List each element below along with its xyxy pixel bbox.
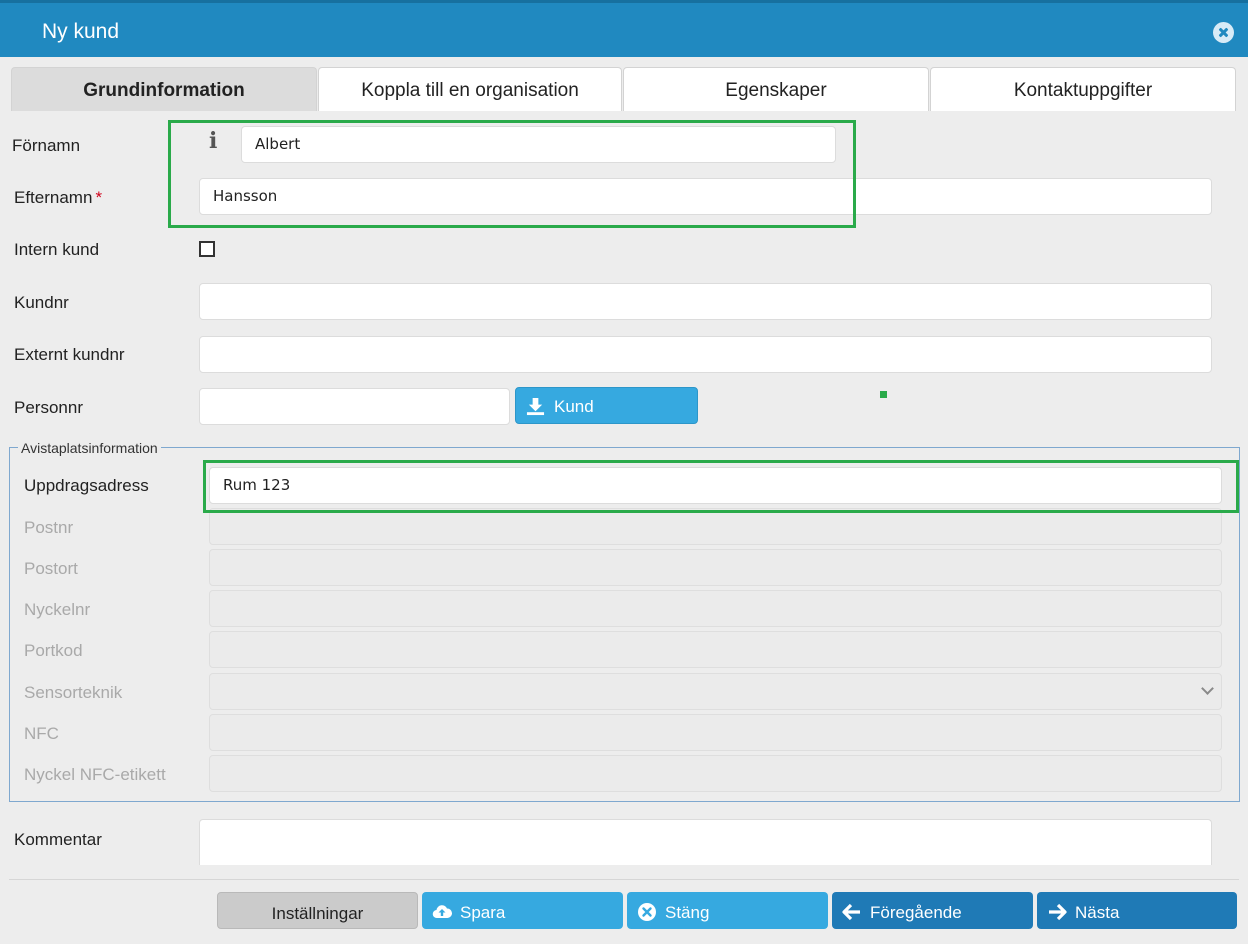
spara-button[interactable]: Spara [422, 892, 623, 929]
footer-divider [9, 879, 1239, 880]
tab-kontaktuppgifter[interactable]: Kontaktuppgifter [930, 67, 1236, 111]
cloud-upload-icon [432, 905, 452, 919]
nyckel-nfc-input [209, 755, 1222, 792]
portkod-label: Portkod [24, 641, 83, 660]
tab-koppla-till-organisation[interactable]: Koppla till en organisation [318, 67, 622, 111]
efternamn-label: Efternamn * [14, 188, 103, 207]
fetch-kund-button[interactable]: Kund [515, 387, 698, 424]
tab-egenskaper[interactable]: Egenskaper [623, 67, 929, 111]
annotation-dot [880, 391, 887, 398]
postnr-label: Postnr [24, 518, 74, 537]
nyckelnr-label: Nyckelnr [24, 600, 91, 619]
dialog-title: Ny kund [42, 20, 120, 43]
close-icon[interactable] [1213, 22, 1234, 43]
uppdragsadress-label: Uppdragsadress [24, 476, 149, 495]
intern-kund-label: Intern kund [14, 240, 100, 259]
chevron-down-icon [1201, 682, 1214, 695]
installningar-button[interactable]: Inställningar [217, 892, 418, 929]
sensorteknik-label: Sensorteknik [24, 683, 123, 702]
kommentar-label: Kommentar [14, 830, 102, 849]
sensorteknik-select [209, 673, 1222, 710]
spara-button-label: Spara [460, 903, 506, 922]
fornamn-label: Förnamn [12, 136, 81, 155]
personnr-input[interactable] [199, 388, 510, 425]
kommentar-textarea[interactable] [199, 819, 1212, 865]
intern-kund-checkbox[interactable] [199, 241, 215, 257]
kundnr-label: Kundnr [14, 293, 69, 312]
fetch-kund-button-label: Kund [554, 397, 594, 416]
personnr-label: Personnr [14, 398, 83, 417]
nfc-label: NFC [24, 724, 59, 743]
avistaplats-legend: Avistaplatsinformation [18, 440, 161, 456]
tab-grundinformation[interactable]: Grundinformation [11, 67, 317, 111]
arrow-right-icon [1049, 903, 1067, 921]
kundnr-input[interactable] [199, 283, 1212, 320]
nfc-input [209, 714, 1222, 751]
stang-button[interactable]: Stäng [627, 892, 828, 929]
nasta-button-label: Nästa [1075, 903, 1120, 922]
nasta-button[interactable]: Nästa [1037, 892, 1237, 929]
arrow-left-icon [842, 903, 860, 921]
postort-input [209, 549, 1222, 586]
portkod-input [209, 631, 1222, 668]
nyckelnr-input [209, 590, 1222, 627]
postnr-input [209, 508, 1222, 545]
foregaende-button-label: Föregående [870, 903, 962, 922]
dialog-titlebar: Ny kund [0, 0, 1248, 57]
highlight-address-box [203, 460, 1239, 513]
close-circle-icon [638, 903, 656, 921]
externt-kundnr-label: Externt kundnr [14, 345, 125, 364]
postort-label: Postort [24, 559, 78, 578]
externt-kundnr-input[interactable] [199, 336, 1212, 373]
required-marker: * [95, 188, 103, 207]
nyckel-nfc-label: Nyckel NFC-etikett [24, 765, 166, 784]
foregaende-button[interactable]: Föregående [832, 892, 1033, 929]
stang-button-label: Stäng [665, 903, 710, 922]
download-icon [526, 397, 545, 416]
highlight-name-box [168, 120, 856, 228]
